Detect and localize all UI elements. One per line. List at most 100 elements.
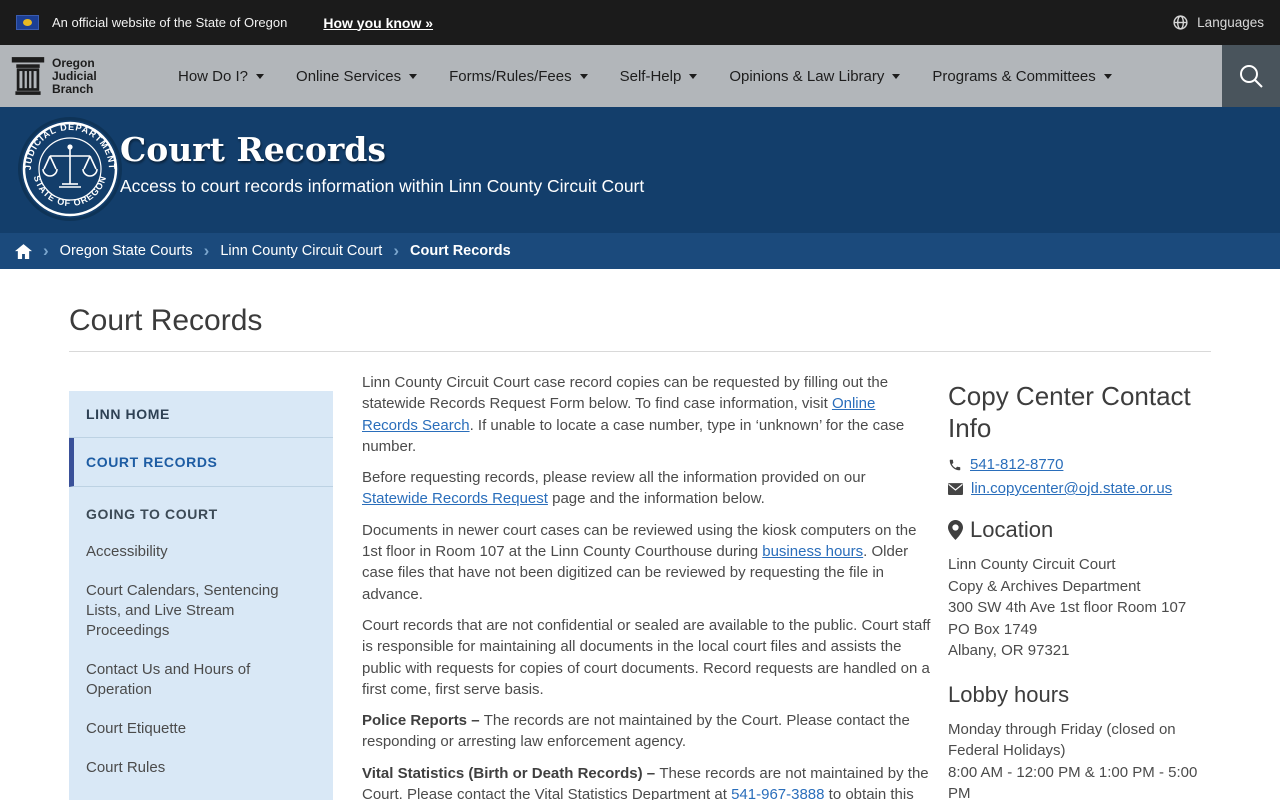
chevron-down-icon xyxy=(256,73,265,79)
sidebar-item[interactable]: GOING TO COURT xyxy=(69,487,333,532)
address-block: Linn County Circuit Court Copy & Archive… xyxy=(948,554,1211,662)
sidebar-item[interactable]: Contact Us and Hours of Operation xyxy=(69,650,333,709)
sidebar-menu: LINN HOME COURT RECORDS GOING TO COURT A… xyxy=(69,391,333,800)
nav-menu-item-label: Opinions & Law Library xyxy=(729,67,885,85)
breadcrumb-home-link[interactable] xyxy=(15,243,32,259)
nav-menu: How Do I? Online Services Forms/Rules/Fe… xyxy=(162,45,1128,107)
main-navigation-bar: Oregon Judicial Branch How Do I? Online … xyxy=(0,45,1280,107)
sidebar-item[interactable]: Court Rules xyxy=(69,748,333,787)
paragraph: Documents in newer court cases can be re… xyxy=(362,520,934,605)
ojb-logo[interactable]: Oregon Judicial Branch xyxy=(0,45,162,107)
sidebar-item[interactable]: Court Calendars, Sentencing Lists, and L… xyxy=(69,571,333,650)
sidebar-item-label: Court Rules xyxy=(86,759,166,776)
phone-row: 541-812-8770 xyxy=(948,456,1211,473)
email-row: lin.copycenter@ojd.state.or.us xyxy=(948,480,1211,497)
nav-menu-item-label: Programs & Committees xyxy=(932,67,1096,85)
breadcrumb-link[interactable]: Court Records xyxy=(410,243,511,259)
main-content: Court Records LINN HOME COURT RECORDS GO… xyxy=(0,304,1280,800)
text: Linn County Circuit Court case record co… xyxy=(362,374,889,413)
sidebar-item[interactable]: Accessibility xyxy=(69,532,333,571)
phone-link[interactable]: 541-812-8770 xyxy=(970,456,1063,473)
lobby-hours-line: Monday through Friday (closed on Federal… xyxy=(948,720,1176,760)
paragraph: Court records that are not confidential … xyxy=(362,615,934,700)
sidebar-item[interactable]: COURT RECORDS xyxy=(69,438,333,487)
search-button[interactable] xyxy=(1222,45,1280,107)
chevron-down-icon xyxy=(1103,73,1112,79)
sidebar-item-label: Court Etiquette xyxy=(86,720,187,737)
sidebar-item-label: LINN HOME xyxy=(86,406,170,422)
breadcrumb-segment: Linn County Circuit Court xyxy=(193,241,382,261)
hero-subtitle: Access to court records information with… xyxy=(120,176,645,196)
breadcrumb-link[interactable]: Oregon State Courts xyxy=(60,243,193,259)
paragraph: Police Reports – The records are not mai… xyxy=(362,710,934,753)
brand-text: Oregon Judicial Branch xyxy=(52,55,97,96)
email-link[interactable]: lin.copycenter@ojd.state.or.us xyxy=(971,480,1172,497)
hero-banner: JUDICIAL DEPARTMENT STATE OF OREGON Cour… xyxy=(0,107,1280,233)
map-pin-icon xyxy=(948,520,963,540)
address-line: PO Box 1749 xyxy=(948,620,1038,638)
page-title: Court Records xyxy=(69,304,263,337)
nav-menu-item[interactable]: Opinions & Law Library xyxy=(713,45,916,107)
languages-button[interactable]: Languages xyxy=(1172,14,1264,31)
bold-text: Vital Statistics (Birth or Death Records… xyxy=(362,764,660,782)
breadcrumb-separator-icon xyxy=(193,241,221,261)
article-body: Linn County Circuit Court case record co… xyxy=(362,372,934,800)
paragraph: Vital Statistics (Birth or Death Records… xyxy=(362,763,934,800)
official-state-bar: An official website of the State of Oreg… xyxy=(0,0,1280,45)
sidebar-item[interactable]: Guidelines for Media Coverage xyxy=(69,787,333,800)
browser-page: An official website of the State of Oreg… xyxy=(0,0,1280,800)
text: Before requesting records, please review… xyxy=(362,469,866,487)
nav-menu-item-label: Self-Help xyxy=(619,67,682,85)
hero-title: Court Records xyxy=(120,130,386,169)
breadcrumb-separator-icon xyxy=(32,241,60,261)
contact-heading: Copy Center Contact Info xyxy=(948,381,1191,443)
chevron-down-icon xyxy=(579,73,588,79)
text: Court records that are not confidential … xyxy=(362,616,931,698)
inline-link[interactable]: business hours xyxy=(762,543,863,560)
lobby-hours-heading: Lobby hours xyxy=(948,681,1070,707)
chevron-down-icon xyxy=(409,73,418,79)
lobby-hours-block: Monday through Friday (closed on Federal… xyxy=(948,719,1211,800)
nav-menu-item[interactable]: Programs & Committees xyxy=(916,45,1127,107)
breadcrumb-segment: Oregon State Courts xyxy=(32,241,193,261)
title-divider xyxy=(69,351,1211,352)
official-website-text: An official website of the State of Oreg… xyxy=(52,15,288,30)
breadcrumb: Oregon State Courts Linn County Circuit … xyxy=(0,233,1280,269)
chevron-down-icon xyxy=(892,73,901,79)
nav-menu-item[interactable]: Forms/Rules/Fees xyxy=(433,45,604,107)
nav-menu-item-label: Forms/Rules/Fees xyxy=(449,67,572,85)
oregon-flag-icon xyxy=(16,15,39,30)
nav-menu-item-label: Online Services xyxy=(296,67,402,85)
nav-menu-item[interactable]: Online Services xyxy=(280,45,433,107)
sidebar-item-label: GOING TO COURT xyxy=(86,506,218,522)
nav-menu-item[interactable]: How Do I? xyxy=(162,45,280,107)
languages-label: Languages xyxy=(1197,15,1264,30)
inline-link[interactable]: 541-967-3888 xyxy=(731,786,824,800)
address-line: Linn County Circuit Court xyxy=(948,556,1116,573)
how-you-know-link[interactable]: How you know » xyxy=(323,15,433,31)
envelope-icon xyxy=(948,482,963,495)
sidebar-item[interactable]: Court Etiquette xyxy=(69,709,333,748)
sidebar-item-label: Accessibility xyxy=(86,543,168,560)
sidebar-item[interactable]: LINN HOME xyxy=(69,391,333,438)
globe-icon xyxy=(1173,15,1188,30)
home-icon xyxy=(15,243,32,259)
lobby-hours-line: 8:00 AM - 12:00 PM & 1:00 PM - 5:00 PM xyxy=(948,763,1198,800)
bold-text: Police Reports – xyxy=(362,712,484,730)
inline-link[interactable]: Statewide Records Request xyxy=(362,490,548,507)
location-heading: Location xyxy=(948,517,1211,543)
paragraph: Before requesting records, please review… xyxy=(362,467,934,510)
judicial-department-seal-icon: JUDICIAL DEPARTMENT STATE OF OREGON xyxy=(18,117,122,221)
phone-icon xyxy=(949,459,961,470)
breadcrumb-link[interactable]: Linn County Circuit Court xyxy=(220,243,382,259)
contact-info-panel: Copy Center Contact Info 541-812-8770 li… xyxy=(948,380,1211,800)
chevron-down-icon xyxy=(689,73,698,79)
address-line: 300 SW 4th Ave 1st floor Room 107 xyxy=(948,599,1187,616)
nav-menu-item[interactable]: Self-Help xyxy=(604,45,714,107)
sidebar-item-label: COURT RECORDS xyxy=(86,454,218,470)
breadcrumb-segment: Court Records xyxy=(382,241,511,261)
sidebar-item-label: Contact Us and Hours of Operation xyxy=(86,661,251,698)
paragraph: Linn County Circuit Court case record co… xyxy=(362,372,934,457)
nav-menu-item-label: How Do I? xyxy=(178,67,249,85)
breadcrumb-separator-icon xyxy=(382,241,410,261)
